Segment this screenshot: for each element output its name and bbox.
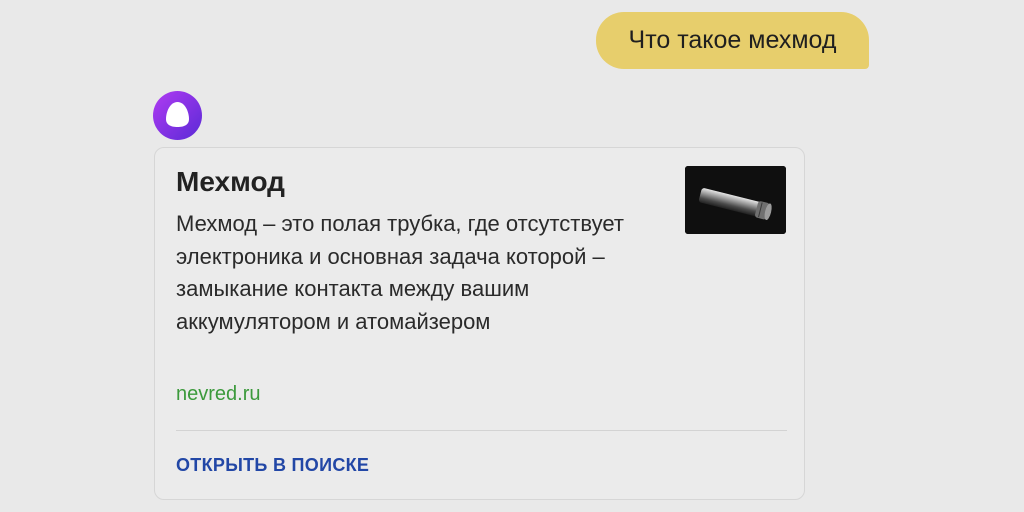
card-title: Мехмод xyxy=(176,166,285,197)
user-message-text: Что такое мехмод xyxy=(628,26,837,54)
answer-card: Мехмод Мехмод – это полая трубка, где от… xyxy=(154,147,805,500)
card-divider xyxy=(176,430,787,431)
card-description: Мехмод – это полая трубка, где отсутству… xyxy=(176,211,624,334)
user-message-bubble: Что такое мехмод xyxy=(596,12,869,69)
open-in-search-button[interactable]: ОТКРЫТЬ В ПОИСКЕ xyxy=(176,455,369,476)
mechmod-image xyxy=(685,166,786,234)
mechmod-thumbnail[interactable] xyxy=(685,166,786,234)
alice-assistant-icon xyxy=(153,91,202,140)
card-source-link[interactable]: nevred.ru xyxy=(176,383,261,406)
